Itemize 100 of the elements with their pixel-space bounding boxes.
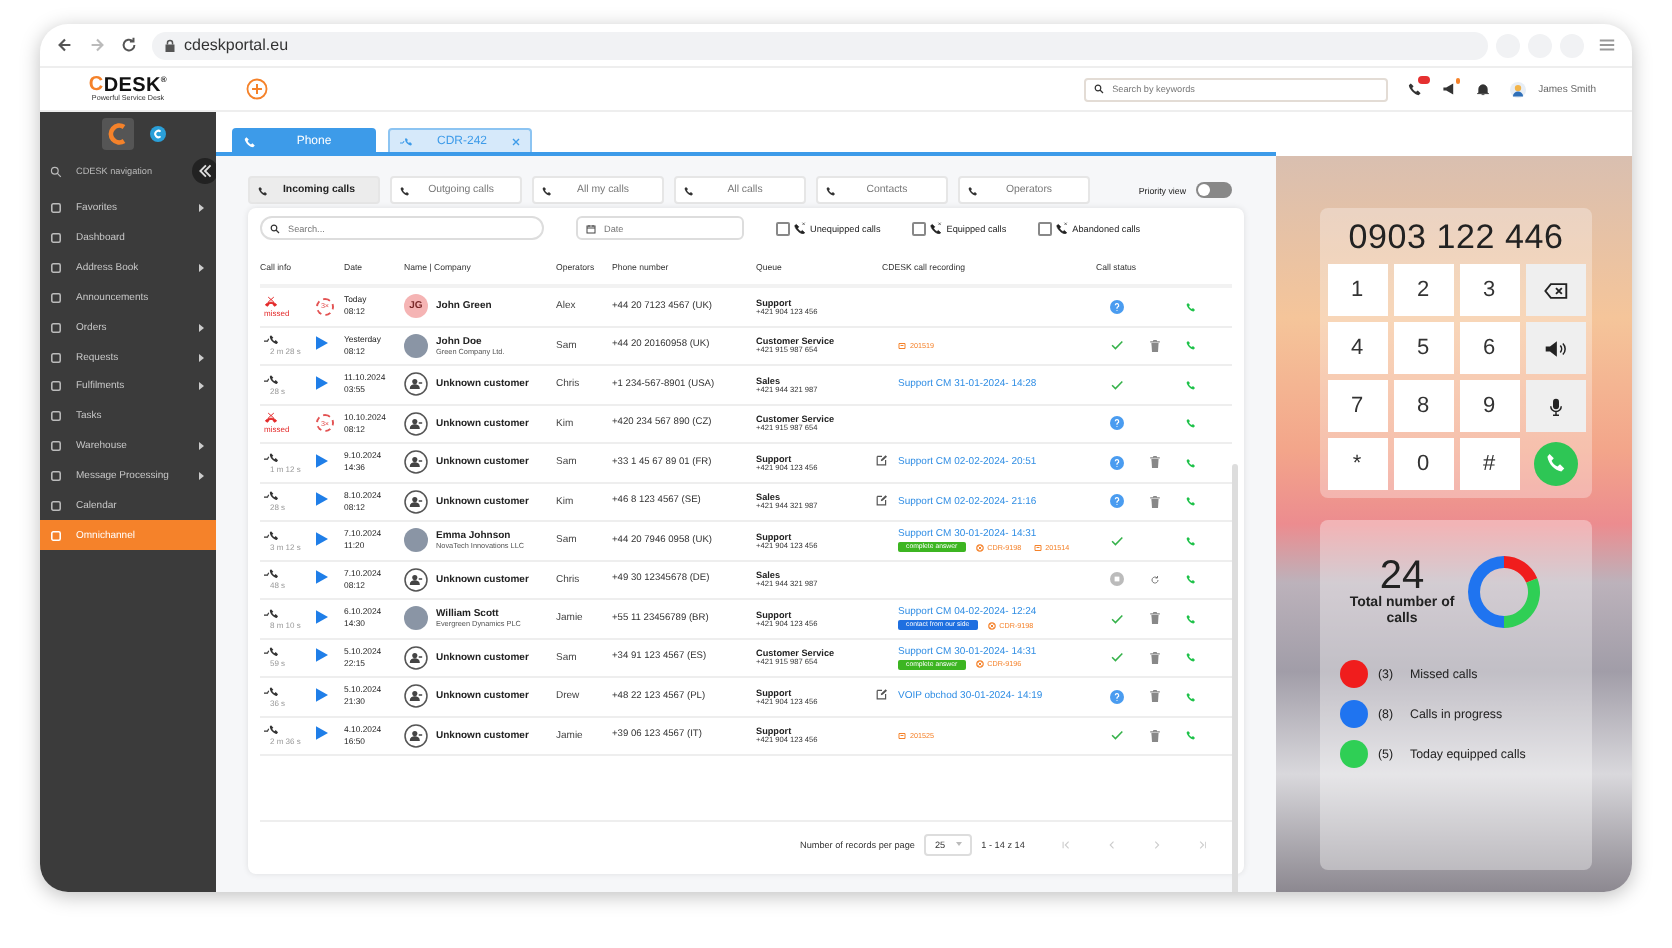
phone-icon (794, 222, 806, 234)
square-icon (50, 470, 62, 483)
unknown-user-icon (404, 489, 428, 514)
keypad-key[interactable]: 0 (1393, 438, 1453, 490)
check-icon (1109, 611, 1123, 626)
trash-icon[interactable] (1149, 690, 1159, 703)
lock-icon (164, 37, 176, 53)
keypad-key[interactable]: 3 (1459, 264, 1519, 316)
keypad-key[interactable]: * (1327, 438, 1387, 490)
play-icon[interactable] (316, 570, 328, 585)
trash-icon[interactable] (1149, 495, 1159, 508)
trash-icon[interactable] (1149, 339, 1159, 352)
avatar-photo-placeholder (404, 606, 428, 631)
check-icon (1109, 728, 1123, 743)
incoming-call-icon (264, 451, 278, 464)
search-icon (270, 223, 280, 233)
edit-note-icon[interactable] (876, 454, 888, 467)
close-icon[interactable] (512, 137, 520, 145)
play-icon[interactable] (316, 375, 328, 390)
checkbox[interactable] (912, 221, 927, 235)
edit-note-icon[interactable] (876, 688, 888, 701)
logo-icon[interactable] (102, 118, 134, 150)
play-icon[interactable] (316, 687, 328, 702)
trash-icon[interactable] (1149, 729, 1159, 742)
checkbox[interactable] (1038, 221, 1053, 235)
play-icon[interactable] (316, 492, 328, 507)
search-icon (1094, 84, 1105, 94)
ticket-icon (1033, 543, 1042, 552)
pending-status-icon (1109, 299, 1123, 314)
keypad-key[interactable]: 4 (1327, 322, 1387, 374)
refresh-icon[interactable] (1149, 573, 1159, 586)
cdr-icon (987, 621, 996, 630)
keypad-key[interactable]: 1 (1327, 264, 1387, 316)
phone-icon (542, 185, 552, 195)
collapse-icon[interactable] (192, 158, 218, 184)
square-icon (50, 202, 62, 215)
phone-icon (826, 185, 836, 195)
check-icon (1109, 533, 1123, 548)
play-icon[interactable] (316, 726, 328, 741)
backspace-key[interactable] (1525, 264, 1585, 316)
bell-icon[interactable] (1476, 82, 1491, 96)
phone-icon (968, 185, 978, 195)
keypad-key[interactable]: 8 (1393, 380, 1453, 432)
phone-icon (1056, 222, 1069, 234)
back-icon[interactable] (56, 36, 74, 54)
incoming-call-icon (264, 724, 278, 737)
trash-icon[interactable] (1149, 456, 1159, 469)
square-icon (50, 380, 62, 393)
address-bar[interactable]: cdeskportal.eu (152, 31, 1488, 59)
square-icon (50, 291, 62, 304)
keypad-key[interactable]: 5 (1393, 322, 1453, 374)
unknown-user-icon (404, 372, 428, 397)
play-icon[interactable] (316, 648, 328, 663)
megaphone-icon[interactable] (1442, 82, 1457, 96)
phone-icon (258, 185, 268, 195)
checkbox[interactable] (776, 221, 790, 235)
keypad-key[interactable]: 6 (1459, 322, 1519, 374)
cdr-icon (975, 660, 984, 669)
square-icon (50, 262, 62, 275)
unknown-user-icon (404, 723, 428, 748)
play-icon[interactable] (316, 336, 328, 351)
keypad-key[interactable]: 7 (1327, 380, 1387, 432)
square-icon (50, 351, 62, 364)
phone-icon (244, 135, 256, 147)
notification-dot (1455, 78, 1461, 83)
incoming-call-icon (264, 568, 278, 581)
search-icon[interactable] (50, 165, 62, 177)
speaker-key[interactable] (1525, 322, 1585, 374)
call-button[interactable] (1533, 442, 1577, 486)
incoming-call-icon (400, 135, 412, 147)
forward-icon[interactable] (88, 36, 106, 54)
phone-icon[interactable] (1408, 82, 1423, 96)
dialed-number: 0903 122 446 (1348, 218, 1564, 258)
play-icon[interactable] (316, 531, 328, 546)
trash-icon[interactable] (1149, 651, 1159, 664)
user-avatar-icon[interactable] (1510, 81, 1527, 97)
keypad-key[interactable]: # (1459, 438, 1519, 490)
notification-badge (1418, 76, 1431, 84)
play-icon[interactable] (316, 453, 328, 468)
incoming-call-icon (264, 685, 278, 698)
ticket-icon (898, 341, 906, 350)
edit-note-icon[interactable] (876, 493, 888, 506)
priority-view-toggle[interactable] (1196, 182, 1232, 198)
missed-call-icon (264, 412, 278, 425)
play-icon[interactable] (316, 609, 328, 624)
menu-icon[interactable] (1598, 36, 1616, 54)
square-icon (50, 440, 62, 453)
plus-icon[interactable] (246, 78, 268, 100)
keypad-key[interactable]: 9 (1459, 380, 1519, 432)
scrollbar[interactable] (1232, 464, 1238, 892)
app-switch-icon[interactable] (150, 126, 166, 142)
square-icon (50, 499, 62, 512)
check-icon (1109, 377, 1123, 392)
avatar-photo-placeholder (404, 333, 428, 358)
reload-icon[interactable] (120, 36, 138, 54)
phone-icon (930, 222, 943, 234)
trash-icon[interactable] (1149, 612, 1159, 625)
keypad-key[interactable]: 2 (1393, 264, 1453, 316)
unknown-user-icon (404, 567, 428, 592)
microphone-key[interactable] (1525, 380, 1585, 432)
